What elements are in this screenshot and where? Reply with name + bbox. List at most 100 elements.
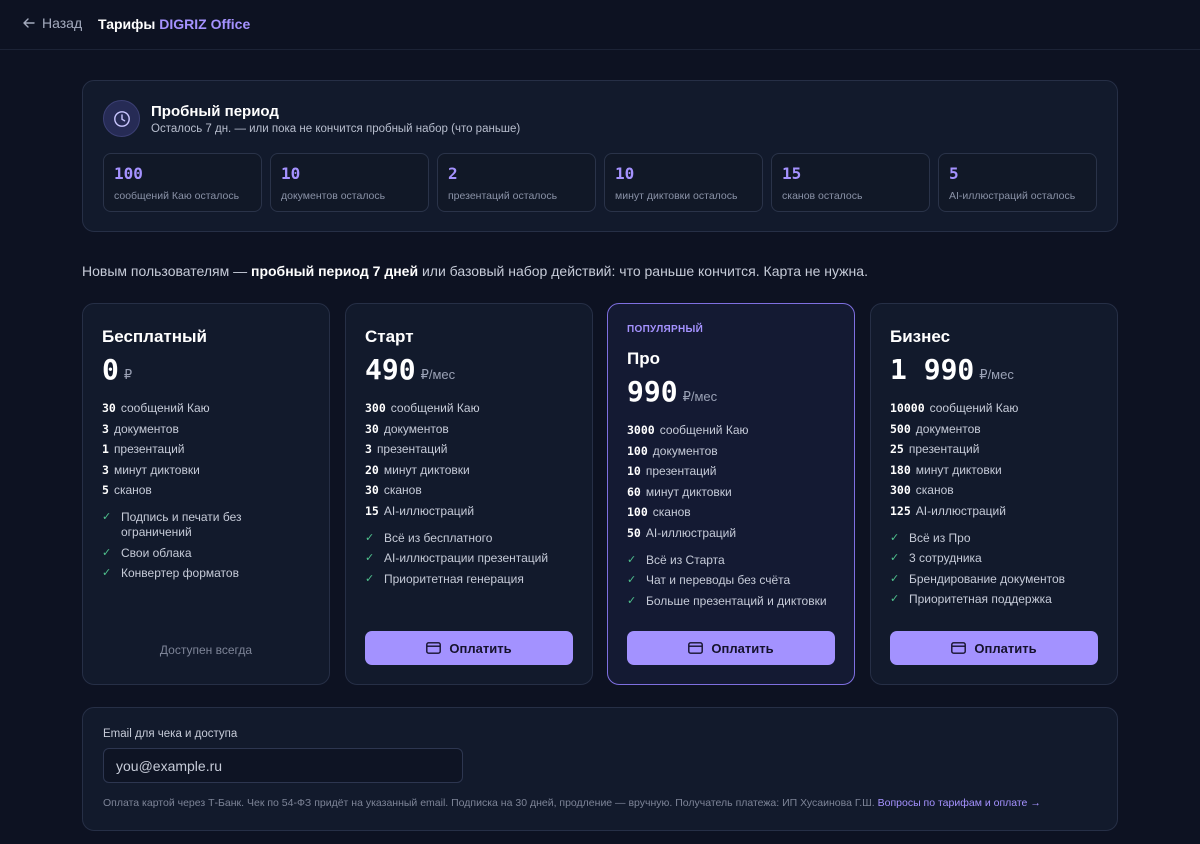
quota-label: сообщений Каю <box>929 401 1019 415</box>
quota-label: сканов <box>113 483 152 498</box>
pay-button[interactable]: Оплатить <box>627 631 835 665</box>
stat-box: 10 минут диктовки осталось <box>604 153 763 212</box>
quota-amount: 3 <box>365 442 372 457</box>
plan-card: Бесплатный 0 ₽30 сообщений Каю 3 документов 1 п… <box>82 303 330 685</box>
quota-amount: 3 <box>102 462 109 477</box>
check-icon: ✓ <box>627 594 637 607</box>
promo-before: Новым пользователям — <box>82 263 251 279</box>
price-amount: 0 <box>102 353 119 386</box>
check-icon: ✓ <box>365 531 375 544</box>
quota-amount: 180 <box>890 462 911 477</box>
promo-highlight: пробный период 7 дней <box>250 263 419 279</box>
quota-label: сканов <box>383 483 422 498</box>
quota-amount: 30 <box>365 483 379 498</box>
perk-label: Всё из бесплатного <box>384 530 493 545</box>
quota-label: сообщений Каю <box>120 401 210 415</box>
quota-label: сканов <box>915 483 954 498</box>
perk-item: ✓ Брендирование документов <box>890 572 1100 587</box>
quota-item: 100 сканов <box>627 502 749 523</box>
pay-button[interactable]: Оплатить <box>365 631 573 665</box>
quota-label: сканов <box>652 505 691 520</box>
perk-label: 3 сотрудника <box>909 551 982 566</box>
price-amount: 990 <box>627 375 678 408</box>
brand-name: DIGRIZ Office <box>159 16 251 32</box>
stat-box: 10 документов осталось <box>270 153 429 212</box>
back-button[interactable]: Назад <box>22 15 82 31</box>
perk-item: ✓ Конвертер форматов <box>102 566 312 581</box>
quota-amount: 60 <box>627 484 641 499</box>
stat-value: 5 <box>949 164 959 183</box>
quota-amount: 500 <box>890 421 911 436</box>
promo-text: Новым пользователям — пробный период 7 д… <box>82 263 868 279</box>
perk-item: ✓ Приоритетная генерация <box>365 572 575 587</box>
quota-label: презентаций <box>908 442 980 457</box>
pricing-questions-link[interactable]: Вопросы по тарифам и оплате → <box>878 797 1041 809</box>
quota-item: 100 документов <box>627 441 749 462</box>
perk-item: ✓ Больше презентаций и диктовки <box>627 594 837 609</box>
quota-item: 1 презентаций <box>102 439 210 460</box>
perk-item: ✓ Подпись и печати без ограничений <box>102 510 312 540</box>
email-input[interactable] <box>103 748 463 783</box>
perk-list: ✓ Всё из Старта ✓ Чат и переводы без счёта ✓… <box>627 553 837 615</box>
quota-amount: 3 <box>102 421 109 436</box>
stat-label: AI-иллюстраций осталось <box>949 190 1076 202</box>
check-icon: ✓ <box>627 553 637 566</box>
quota-item: 500 документов <box>890 419 1018 440</box>
stat-value: 15 <box>782 164 802 183</box>
quota-label: документов <box>915 421 981 436</box>
trial-stats: 100 сообщений Каю осталось 10 документов ос… <box>103 153 1097 212</box>
pay-button-label: Оплатить <box>974 640 1037 656</box>
stat-label: сообщений Каю осталось <box>114 190 240 202</box>
plan-price: 990 ₽/мес <box>627 375 717 408</box>
credit-card-icon <box>951 642 967 654</box>
quota-label: минут диктовки <box>915 462 1002 477</box>
pay-button[interactable]: Оплатить <box>890 631 1098 665</box>
check-icon: ✓ <box>890 552 900 565</box>
perk-label: Всё из Старта <box>646 552 725 567</box>
perk-item: ✓ Всё из Про <box>890 531 1100 546</box>
stat-box: 100 сообщений Каю осталось <box>103 153 262 212</box>
perk-item: ✓ 3 сотрудника <box>890 551 1100 566</box>
pay-button-label: Оплатить <box>449 640 512 656</box>
stat-value: 10 <box>615 164 635 183</box>
perk-label: AI-иллюстрации презентаций <box>384 551 549 566</box>
quota-item: 10 презентаций <box>627 461 749 482</box>
perk-label: Приоритетная поддержка <box>909 592 1052 607</box>
quota-label: документов <box>383 421 449 436</box>
quota-list: 10000 сообщений Каю 500 документов 25 презент… <box>890 398 1018 522</box>
plan-price: 0 ₽ <box>102 353 132 386</box>
perk-label: Чат и переводы без счёта <box>646 573 791 588</box>
perk-label: Больше презентаций и диктовки <box>646 593 827 608</box>
quota-item: 3000 сообщений Каю <box>627 420 749 441</box>
price-unit: ₽/мес <box>420 367 456 382</box>
quota-label: сообщений Каю <box>659 423 749 437</box>
plan-price: 1 990 ₽/мес <box>890 353 1014 386</box>
plan-card: Бизнес 1 990 ₽/мес 10000 сообщений Каю 500 док… <box>870 303 1118 685</box>
quota-amount: 300 <box>365 401 386 415</box>
check-icon: ✓ <box>627 574 637 587</box>
quota-label: презентаций <box>376 442 448 457</box>
quota-item: 3 документов <box>102 419 210 440</box>
quota-label: презентаций <box>645 464 717 479</box>
quota-amount: 100 <box>627 443 648 458</box>
quota-item: 30 сканов <box>365 480 480 501</box>
plan-price: 490 ₽/мес <box>365 353 455 386</box>
quota-list: 300 сообщений Каю 30 документов 3 презентаций… <box>365 398 480 522</box>
payment-note: Оплата картой через Т-Банк. Чек по 54-ФЗ… <box>103 797 1041 809</box>
perk-list: ✓ Всё из Про ✓ 3 сотрудника ✓ Брендирование д… <box>890 531 1100 613</box>
perk-item: ✓ Всё из Старта <box>627 553 837 568</box>
quota-item: 25 презентаций <box>890 439 1018 460</box>
stat-box: 15 сканов осталось <box>771 153 930 212</box>
quota-item: 300 сканов <box>890 480 1018 501</box>
perk-item: ✓ AI-иллюстрации презентаций <box>365 551 575 566</box>
quota-amount: 25 <box>890 442 904 457</box>
back-label: Назад <box>42 15 83 31</box>
quota-amount: 15 <box>365 503 379 518</box>
quota-amount: 30 <box>102 401 116 415</box>
quota-item: 125 AI-иллюстраций <box>890 501 1018 522</box>
quota-amount: 10 <box>627 464 641 479</box>
price-unit: ₽/мес <box>682 389 718 404</box>
quota-amount: 125 <box>890 503 911 518</box>
page-title: Тарифы DIGRIZ Office <box>98 16 250 32</box>
perk-label: Приоритетная генерация <box>384 571 524 586</box>
